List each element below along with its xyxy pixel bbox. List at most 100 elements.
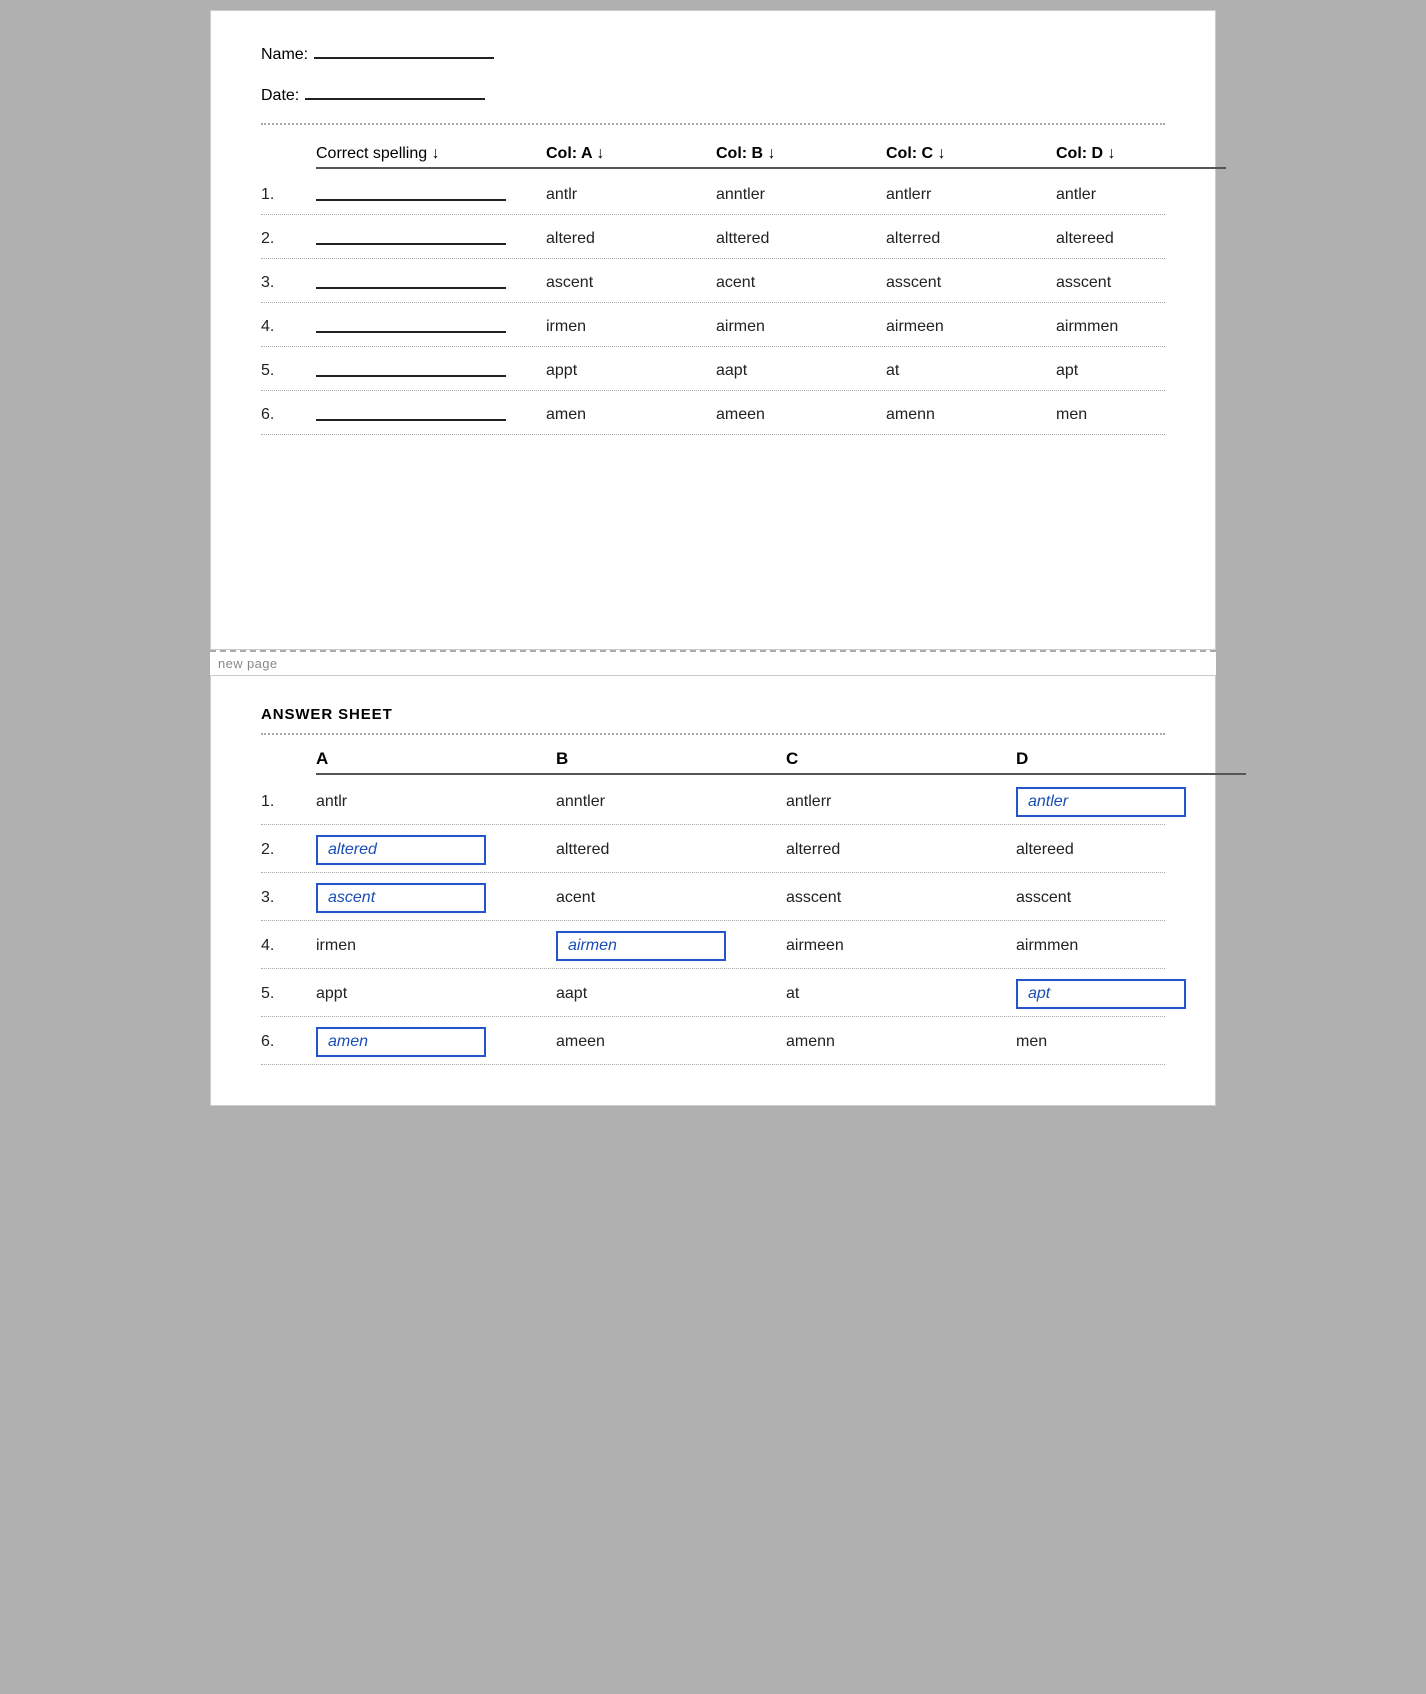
page2: ANSWER SHEET A B C D 1. antlr anntler an… — [210, 675, 1216, 1106]
correct-spelling-header: Correct spelling ↓ — [316, 145, 546, 169]
ans-col-headers: A B C D — [261, 749, 1165, 775]
ans-c-cell: at — [786, 985, 799, 1002]
ans-a-highlighted: amen — [316, 1027, 486, 1057]
col-b-cell: aapt — [716, 362, 886, 380]
ans-row-num-header — [261, 749, 316, 775]
col-b-cell: acent — [716, 274, 886, 292]
ans-a-cell: irmen — [316, 937, 356, 954]
ans-col-b-header: B — [556, 749, 786, 775]
answer-field-cell — [316, 227, 546, 250]
col-d-header: Col: D ↓ — [1056, 145, 1226, 169]
ans-a-container: antlr — [316, 793, 556, 811]
ans-d-cell: asscent — [1016, 889, 1071, 906]
col-d-cell: airmmen — [1056, 318, 1226, 336]
ans-row-num: 5. — [261, 985, 316, 1003]
col-a-cell: amen — [546, 406, 716, 424]
row-num: 3. — [261, 274, 316, 292]
table-row: 3. ascent acent asscent asscent — [261, 259, 1165, 303]
ans-c-cell: airmeen — [786, 937, 844, 954]
ans-d-cell: men — [1016, 1033, 1047, 1050]
ans-d-container: airmmen — [1016, 937, 1246, 955]
ans-table-row: 1. antlr anntler antlerr antler — [261, 777, 1165, 825]
answer-sheet-title: ANSWER SHEET — [261, 706, 1165, 723]
row-num: 1. — [261, 186, 316, 204]
col-d-cell: antler — [1056, 186, 1226, 204]
ans-col-a-header: A — [316, 749, 556, 775]
page-break-label: new page — [218, 656, 278, 671]
answer-input-line[interactable] — [316, 271, 506, 289]
ans-b-cell: alttered — [556, 841, 609, 858]
answer-input-line[interactable] — [316, 359, 506, 377]
ans-table-row: 4. irmen airmen airmeen airmmen — [261, 921, 1165, 969]
col-a-cell: altered — [546, 230, 716, 248]
name-label: Name: — [261, 46, 308, 64]
ans-table-row: 5. appt aapt at apt — [261, 969, 1165, 1017]
row-num: 4. — [261, 318, 316, 336]
ans-a-highlighted: altered — [316, 835, 486, 865]
ans-d-container: altereed — [1016, 841, 1246, 859]
answer-field-cell — [316, 271, 546, 294]
date-label: Date: — [261, 87, 299, 105]
name-line: Name: — [261, 41, 1165, 64]
ans-b-highlighted: airmen — [556, 931, 726, 961]
ans-c-cell: asscent — [786, 889, 841, 906]
ans-b-container: anntler — [556, 793, 786, 811]
table-row: 5. appt aapt at apt — [261, 347, 1165, 391]
ans-row-num: 1. — [261, 793, 316, 811]
row-num: 5. — [261, 362, 316, 380]
col-c-cell: alterred — [886, 230, 1056, 248]
col-d-cell: apt — [1056, 362, 1226, 380]
ans-a-cell: antlr — [316, 793, 347, 810]
ans-d-container: antler — [1016, 787, 1246, 817]
ans-c-container: antlerr — [786, 793, 1016, 811]
ans-c-cell: amenn — [786, 1033, 835, 1050]
ans-c-container: alterred — [786, 841, 1016, 859]
table-row: 6. amen ameen amenn men — [261, 391, 1165, 435]
date-line: Date: — [261, 82, 1165, 105]
ans-b-cell: aapt — [556, 985, 587, 1002]
answer-field-cell — [316, 183, 546, 206]
ans-c-cell: antlerr — [786, 793, 831, 810]
col-b-cell: ameen — [716, 406, 886, 424]
answer-input-line[interactable] — [316, 315, 506, 333]
separator1 — [261, 123, 1165, 125]
ans-b-cell: acent — [556, 889, 595, 906]
ans-b-cell: ameen — [556, 1033, 605, 1050]
name-field[interactable] — [314, 41, 494, 59]
col-headers: Correct spelling ↓ Col: A ↓ Col: B ↓ Col… — [261, 145, 1165, 169]
col-b-header: Col: B ↓ — [716, 145, 886, 169]
ans-a-container: appt — [316, 985, 556, 1003]
ans-d-cell: altereed — [1016, 841, 1074, 858]
answer-input-line[interactable] — [316, 227, 506, 245]
answer-field-cell — [316, 315, 546, 338]
ans-c-container: at — [786, 985, 1016, 1003]
row-num: 2. — [261, 230, 316, 248]
answer-field-cell — [316, 403, 546, 426]
col-d-cell: altereed — [1056, 230, 1226, 248]
answer-input-line[interactable] — [316, 183, 506, 201]
table-row: 1. antlr anntler antlerr antler — [261, 171, 1165, 215]
ans-table-row: 2. altered alttered alterred altereed — [261, 825, 1165, 873]
ans-b-container: airmen — [556, 931, 786, 961]
page1: Name: Date: Correct spelling ↓ Col: A ↓ … — [210, 10, 1216, 650]
page2-rows: 1. antlr anntler antlerr antler 2. alter… — [261, 777, 1165, 1065]
ans-d-cell: airmmen — [1016, 937, 1078, 954]
col-c-cell: amenn — [886, 406, 1056, 424]
col-d-cell: asscent — [1056, 274, 1226, 292]
answer-input-line[interactable] — [316, 403, 506, 421]
ans-c-cell: alterred — [786, 841, 840, 858]
date-field[interactable] — [305, 82, 485, 100]
col-b-cell: airmen — [716, 318, 886, 336]
ans-a-container: altered — [316, 835, 556, 865]
col-c-cell: asscent — [886, 274, 1056, 292]
ans-c-container: amenn — [786, 1033, 1016, 1051]
ans-b-cell: anntler — [556, 793, 605, 810]
ans-b-container: ameen — [556, 1033, 786, 1051]
name-date-section: Name: Date: — [261, 41, 1165, 105]
ans-row-num: 4. — [261, 937, 316, 955]
col-c-header: Col: C ↓ — [886, 145, 1056, 169]
ans-b-container: aapt — [556, 985, 786, 1003]
table-row: 2. altered alttered alterred altereed — [261, 215, 1165, 259]
col-b-cell: alttered — [716, 230, 886, 248]
separator2 — [261, 733, 1165, 735]
